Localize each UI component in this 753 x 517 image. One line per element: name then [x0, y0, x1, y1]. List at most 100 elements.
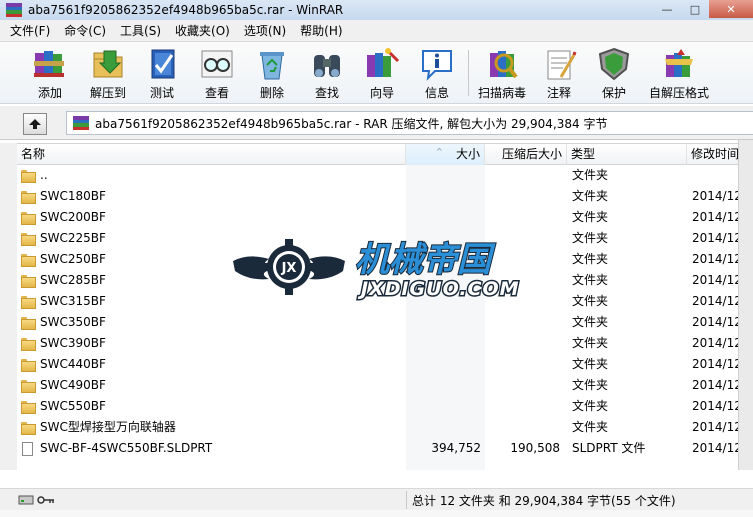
item-name: SWC225BF — [40, 231, 106, 245]
scan-virus-button[interactable]: 扫描病毒 — [474, 46, 530, 102]
folder-icon — [21, 254, 36, 267]
list-item[interactable]: SWC-BF-4SWC550BF.SLDPRT 394,752 190,508 … — [17, 438, 753, 459]
folder-icon — [21, 359, 36, 372]
up-one-level-button[interactable] — [23, 113, 47, 135]
item-name: SWC250BF — [40, 252, 106, 266]
item-name: SWC315BF — [40, 294, 106, 308]
vertical-scrollbar[interactable] — [738, 140, 753, 470]
item-type: 文件夹 — [572, 420, 609, 434]
item-type: 文件夹 — [572, 273, 609, 287]
item-type: 文件夹 — [572, 189, 609, 203]
item-name: SWC-BF-4SWC550BF.SLDPRT — [40, 441, 213, 455]
comment-button[interactable]: 注释 — [531, 46, 587, 102]
item-name: SWC200BF — [40, 210, 106, 224]
status-bar: 总计 12 文件夹 和 29,904,384 字节(55 个文件) — [0, 488, 753, 510]
folder-icon — [21, 401, 36, 414]
wizard-icon — [363, 46, 401, 82]
view-button[interactable]: 查看 — [189, 46, 245, 102]
extract-to-label: 解压到 — [89, 86, 126, 100]
item-type: 文件夹 — [572, 231, 609, 245]
scan-virus-icon — [483, 46, 521, 82]
extract-to-icon — [89, 46, 127, 82]
protect-shield-icon — [595, 46, 633, 82]
menu-commands[interactable]: 命令(C) — [58, 22, 114, 39]
delete-button[interactable]: 删除 — [244, 46, 300, 102]
folder-icon — [21, 338, 36, 351]
column-header-packed[interactable]: 压缩后大小 — [485, 144, 567, 165]
folder-up-icon — [21, 170, 36, 183]
list-item[interactable]: SWC180BF 文件夹 2014/12/ — [17, 186, 753, 207]
column-header-size-label: 大小 — [455, 147, 480, 161]
list-item[interactable]: SWC型焊接型万向联轴器 文件夹 2014/12/ — [17, 417, 753, 438]
gear-wings-emblem-icon: JX — [233, 239, 345, 295]
wizard-button[interactable]: 向导 — [354, 46, 410, 102]
up-arrow-icon — [29, 119, 41, 129]
column-header-name[interactable]: 名称 — [17, 144, 406, 165]
item-type: 文件夹 — [572, 294, 609, 308]
find-button[interactable]: 查找 — [299, 46, 355, 102]
view-glasses-icon — [198, 46, 236, 82]
sfx-button[interactable]: 自解压格式 — [649, 46, 709, 102]
close-button[interactable]: ✕ — [709, 0, 753, 18]
extract-to-button[interactable]: 解压到 — [80, 46, 136, 102]
item-name: SWC180BF — [40, 189, 106, 203]
file-list: 名称 ^ 大小 压缩后大小 类型 修改时间 .. 文件夹 SWC180BF 文件… — [17, 143, 753, 470]
item-type: 文件夹 — [572, 252, 609, 266]
scan-virus-label: 扫描病毒 — [477, 86, 526, 100]
menu-favorites[interactable]: 收藏夹(O) — [169, 22, 238, 39]
folder-icon — [21, 212, 36, 225]
delete-label: 删除 — [259, 86, 284, 100]
item-name: SWC型焊接型万向联轴器 — [40, 420, 176, 434]
emblem-letters: JX — [281, 261, 297, 276]
add-button[interactable]: 添加 — [22, 46, 78, 102]
list-item[interactable]: .. 文件夹 — [17, 165, 753, 186]
test-icon — [143, 46, 181, 82]
column-header-type[interactable]: 类型 — [567, 144, 687, 165]
comment-icon — [540, 46, 578, 82]
item-type: 文件夹 — [572, 210, 609, 224]
item-name: SWC550BF — [40, 399, 106, 413]
menu-file[interactable]: 文件(F) — [4, 22, 58, 39]
folder-icon — [21, 275, 36, 288]
key-icon[interactable] — [37, 494, 55, 506]
menu-bar: 文件(F) 命令(C) 工具(S) 收藏夹(O) 选项(N) 帮助(H) — [0, 20, 753, 42]
delete-recycle-icon — [253, 46, 291, 82]
window-title: aba7561f9205862352ef4948b965ba5c.rar - W… — [28, 3, 344, 17]
info-button[interactable]: 信息 — [409, 46, 465, 102]
maximize-button[interactable]: □ — [681, 0, 709, 18]
toolbar-separator — [468, 50, 469, 96]
item-type: 文件夹 — [572, 357, 609, 371]
info-label: 信息 — [424, 86, 449, 100]
address-bar: aba7561f9205862352ef4948b965ba5c.rar - R… — [0, 106, 753, 140]
minimize-button[interactable]: — — [653, 0, 681, 18]
menu-options[interactable]: 选项(N) — [238, 22, 294, 39]
item-type: 文件夹 — [572, 315, 609, 329]
list-item[interactable]: SWC440BF 文件夹 2014/12/ — [17, 354, 753, 375]
jxdiguo-watermark: JX 机械帝国 JXDIGUO.COM — [229, 231, 549, 305]
item-type: 文件夹 — [572, 399, 609, 413]
menu-tools[interactable]: 工具(S) — [114, 22, 169, 39]
list-item[interactable]: SWC390BF 文件夹 2014/12/ — [17, 333, 753, 354]
drive-icon[interactable] — [18, 494, 34, 506]
item-type: 文件夹 — [572, 168, 609, 182]
item-name: SWC390BF — [40, 336, 106, 350]
path-field[interactable]: aba7561f9205862352ef4948b965ba5c.rar - R… — [66, 111, 753, 135]
list-item[interactable]: SWC200BF 文件夹 2014/12/ — [17, 207, 753, 228]
folder-icon — [21, 422, 36, 435]
test-button[interactable]: 测试 — [134, 46, 190, 102]
item-size: 394,752 — [431, 441, 481, 455]
folder-icon — [21, 380, 36, 393]
list-item[interactable]: SWC490BF 文件夹 2014/12/ — [17, 375, 753, 396]
item-name: .. — [40, 168, 48, 182]
sort-ascending-icon: ^ — [436, 147, 443, 156]
menu-help[interactable]: 帮助(H) — [294, 22, 350, 39]
column-header-size[interactable]: ^ 大小 — [406, 144, 485, 165]
folder-icon — [21, 191, 36, 204]
status-summary: 总计 12 文件夹 和 29,904,384 字节(55 个文件) — [412, 494, 676, 508]
add-label: 添加 — [37, 86, 62, 100]
info-icon — [418, 46, 456, 82]
protect-button[interactable]: 保护 — [586, 46, 642, 102]
status-divider — [406, 491, 407, 509]
list-item[interactable]: SWC350BF 文件夹 2014/12/ — [17, 312, 753, 333]
list-item[interactable]: SWC550BF 文件夹 2014/12/ — [17, 396, 753, 417]
